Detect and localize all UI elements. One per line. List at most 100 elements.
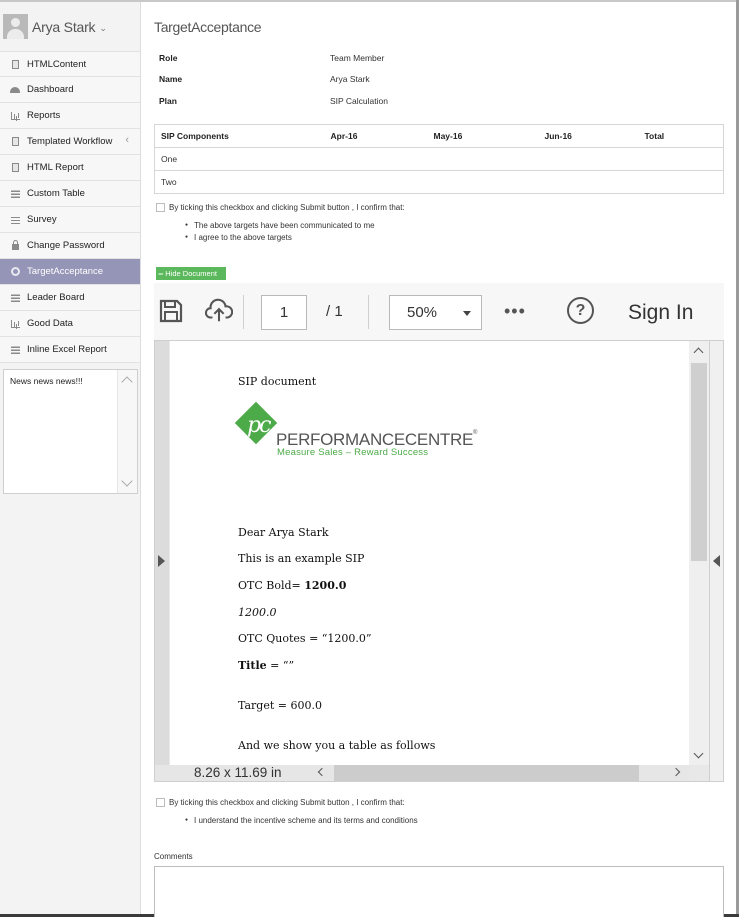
- more-options-icon[interactable]: •••: [504, 301, 526, 322]
- doc-otc-bold: OTC Bold= 1200.0: [238, 579, 346, 592]
- confirm-bullet: The above targets have been communicated…: [185, 221, 375, 230]
- sidebar-item-html-report[interactable]: HTML Report: [0, 155, 140, 181]
- sign-in-button[interactable]: Sign In: [628, 301, 693, 325]
- confirm-text: By ticking this checkbox and clicking Su…: [169, 203, 405, 212]
- comments-label: Comments: [154, 852, 193, 861]
- confirm-bullet: I agree to the above targets: [185, 233, 292, 242]
- chevron-left-icon[interactable]: [317, 767, 327, 777]
- table-cell: [427, 147, 539, 171]
- user-menu[interactable]: Arya Stark ⌄: [0, 2, 140, 51]
- doc-table-intro: And we show you a table as follows: [238, 739, 436, 752]
- table-cell: [638, 147, 724, 171]
- sidebar-item-good-data[interactable]: Good Data: [0, 311, 140, 337]
- table-cell: One: [154, 147, 325, 171]
- chevron-left-icon: ‹: [125, 134, 129, 146]
- table-cell: [538, 147, 639, 171]
- page-title: TargetAcceptance: [154, 19, 262, 35]
- info-value: SIP Calculation: [330, 96, 388, 106]
- sip-components-table: SIP Components Apr-16 May-16 Jun-16 Tota…: [154, 124, 724, 194]
- table-cell: [538, 170, 639, 194]
- document-icon: [10, 137, 20, 147]
- confirm-targets-checkbox[interactable]: [156, 203, 165, 212]
- bar-chart-icon: [10, 319, 20, 329]
- chevron-up-icon[interactable]: [121, 376, 133, 388]
- scrollbar-thumb[interactable]: [691, 363, 707, 561]
- info-key: Name: [159, 74, 183, 84]
- sidebar-item-label: TargetAcceptance: [27, 266, 104, 277]
- page-total: / 1: [326, 303, 343, 320]
- sidebar-item-label: Custom Table: [27, 188, 85, 199]
- column-header: Total: [638, 124, 724, 148]
- save-icon[interactable]: [157, 297, 185, 325]
- hide-document-button[interactable]: − Hide Document: [156, 267, 226, 280]
- sidebar-item-inline-excel-report[interactable]: Inline Excel Report: [0, 337, 140, 363]
- page-number-input[interactable]: 1: [261, 295, 307, 330]
- info-value: Team Member: [330, 53, 385, 63]
- pdf-left-panel-toggle[interactable]: [155, 341, 169, 765]
- table-icon: [10, 189, 20, 199]
- confirm-text: By ticking this checkbox and clicking Su…: [169, 798, 405, 807]
- chevron-right-icon[interactable]: [671, 767, 681, 777]
- table-cell: [324, 170, 428, 194]
- sidebar-item-survey[interactable]: Survey: [0, 207, 140, 233]
- sidebar-item-label: Templated Workflow: [27, 136, 113, 147]
- doc-greeting: Dear Arya Stark: [238, 526, 329, 539]
- logo-mark-text: pc: [247, 413, 271, 438]
- comments-textarea[interactable]: [154, 866, 724, 917]
- zoom-select[interactable]: 50%: [389, 295, 482, 330]
- column-header: SIP Components: [154, 124, 325, 148]
- logo-trademark: ®: [473, 430, 478, 436]
- circle-icon: [10, 267, 20, 277]
- column-header: Apr-16: [324, 124, 428, 148]
- sidebar-item-reports[interactable]: Reports: [0, 103, 140, 129]
- pdf-toolbar: 1 / 1 50% ••• ? Sign In: [154, 283, 724, 340]
- table-row: Two: [154, 170, 724, 194]
- bar-chart-icon: [10, 111, 20, 121]
- doc-title-line: Title = “”: [238, 659, 294, 672]
- sidebar-item-templated-workflow[interactable]: Templated Workflow ‹: [0, 129, 140, 155]
- chevron-down-icon[interactable]: [693, 748, 704, 759]
- doc-target: Target = 600.0: [238, 699, 322, 712]
- table-icon: [10, 293, 20, 303]
- performance-centre-logo: pc PERFORMANCECENTRE® Measure Sales – Re…: [234, 401, 488, 461]
- doc-otc-bold-value: 1200.0: [304, 579, 347, 592]
- doc-intro: This is an example SIP: [238, 552, 365, 565]
- doc-otc-bold-label: OTC Bold=: [238, 579, 305, 592]
- cloud-upload-icon[interactable]: [205, 297, 233, 325]
- logo-tagline: Measure Sales – Reward Success: [277, 447, 429, 458]
- news-scrollbar[interactable]: [117, 370, 137, 493]
- info-key: Role: [159, 53, 178, 63]
- sidebar-item-dashboard[interactable]: Dashboard: [0, 77, 140, 103]
- chevron-down-icon[interactable]: [121, 475, 133, 487]
- sidebar: Arya Stark ⌄ HTMLContent Dashboard Repor…: [0, 2, 141, 914]
- table-cell: Two: [154, 170, 325, 194]
- chevron-up-icon[interactable]: [693, 347, 704, 358]
- sidebar-item-label: Leader Board: [27, 292, 85, 303]
- pdf-viewer: SIP document pc PERFORMANCECENTRE® Measu…: [154, 340, 724, 782]
- expand-right-icon: [158, 555, 165, 567]
- confirm-bullet: I understand the incentive scheme and it…: [185, 816, 418, 825]
- sidebar-item-custom-table[interactable]: Custom Table: [0, 181, 140, 207]
- toolbar-divider: [368, 295, 369, 329]
- sidebar-item-htmlcontent[interactable]: HTMLContent: [0, 51, 140, 77]
- sidebar-item-targetacceptance[interactable]: TargetAcceptance: [0, 259, 140, 285]
- sidebar-item-change-password[interactable]: Change Password: [0, 233, 140, 259]
- help-icon[interactable]: ?: [567, 297, 594, 324]
- caret-down-icon: [463, 311, 471, 316]
- column-header: Jun-16: [538, 124, 639, 148]
- sidebar-item-label: Change Password: [27, 240, 105, 251]
- horizontal-scrollbar-thumb[interactable]: [334, 765, 639, 781]
- news-box: News news news!!!: [3, 369, 138, 494]
- pdf-right-panel-toggle[interactable]: [709, 341, 723, 781]
- pdf-vertical-scrollbar[interactable]: [689, 341, 709, 765]
- doc-otc-italic: 1200.0: [238, 606, 277, 619]
- confirm-terms-checkbox[interactable]: [156, 798, 165, 807]
- table-header-row: SIP Components Apr-16 May-16 Jun-16 Tota…: [154, 124, 724, 148]
- lock-icon: [10, 240, 20, 251]
- pdf-page: SIP document pc PERFORMANCECENTRE® Measu…: [170, 341, 689, 765]
- zoom-value: 50%: [407, 304, 438, 321]
- doc-title-rest: = “”: [266, 659, 295, 672]
- sidebar-item-leader-board[interactable]: Leader Board: [0, 285, 140, 311]
- table-icon: [10, 345, 20, 355]
- doc-title-label: Title: [238, 659, 267, 672]
